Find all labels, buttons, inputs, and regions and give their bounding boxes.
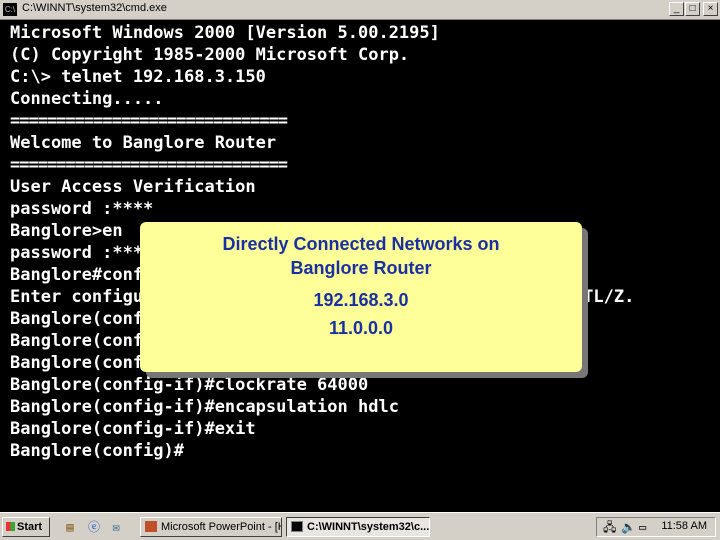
console-line: password :****: [10, 199, 154, 219]
network-callout: Directly Connected Networks on Banglore …: [140, 222, 582, 372]
console-line: (C) Copyright 1985-2000 Microsoft Corp.: [10, 45, 410, 65]
window-title: C:\WINNT\system32\cmd.exe: [22, 2, 167, 14]
windows-logo-icon: [6, 522, 15, 531]
taskbar-item-powerpoint[interactable]: Microsoft PowerPoint - [H...: [140, 517, 282, 537]
minimize-button[interactable]: _: [669, 2, 684, 16]
console-separator: ==============================: [10, 155, 288, 175]
console-line: C:\> telnet 192.168.3.150: [10, 67, 266, 87]
console-line: User Access Verification: [10, 177, 256, 197]
console-line: Banglore(config-if)#encapsulation hdlc: [10, 397, 399, 417]
taskbar: Start ▤ ⓔ ✉ Microsoft PowerPoint - [H...…: [0, 512, 720, 540]
console-separator: ==============================: [10, 111, 288, 131]
taskbar-item-cmd[interactable]: C:\WINNT\system32\c...: [286, 517, 430, 537]
start-button[interactable]: Start: [2, 517, 50, 537]
window-title-bar[interactable]: C:\ C:\WINNT\system32\cmd.exe _ □ ×: [0, 0, 720, 20]
task-label: C:\WINNT\system32\c...: [307, 521, 430, 533]
console-prompt[interactable]: Banglore(config)#: [10, 440, 710, 462]
maximize-button[interactable]: □: [685, 2, 700, 16]
cmd-icon: [291, 521, 303, 532]
console-line: Microsoft Windows 2000 [Version 5.00.219…: [10, 23, 440, 43]
clock[interactable]: 11:58 AM: [661, 520, 707, 532]
start-label: Start: [17, 521, 43, 533]
system-tray: 🖧 🔈 ▭ 11:58 AM: [596, 517, 716, 537]
task-label: Microsoft PowerPoint - [H...: [161, 521, 282, 533]
network-tray-icon[interactable]: 🖧: [603, 520, 616, 534]
powerpoint-icon: [145, 521, 157, 532]
network-address: 11.0.0.0: [328, 318, 394, 338]
callout-title-line2: Banglore Router: [290, 258, 432, 278]
console-line: Connecting.....: [10, 89, 164, 109]
internet-explorer-icon[interactable]: ⓔ: [86, 519, 102, 535]
network-address: 192.168.3.0: [313, 290, 409, 310]
console-line: Welcome to Banglore Router: [10, 133, 277, 153]
close-button[interactable]: ×: [703, 2, 718, 16]
show-desktop-icon[interactable]: ▤: [62, 519, 78, 535]
callout-title-line1: Directly Connected Networks on: [222, 234, 500, 254]
volume-tray-icon[interactable]: 🔈: [621, 520, 636, 534]
monitor-tray-icon[interactable]: ▭: [639, 520, 646, 534]
console-line: Banglore(config-if)#clockrate 64000: [10, 375, 369, 395]
console-line: Banglore(config-if)#exit: [10, 419, 256, 439]
outlook-express-icon[interactable]: ✉: [108, 519, 124, 535]
cmd-window-icon[interactable]: C:\: [3, 3, 17, 16]
